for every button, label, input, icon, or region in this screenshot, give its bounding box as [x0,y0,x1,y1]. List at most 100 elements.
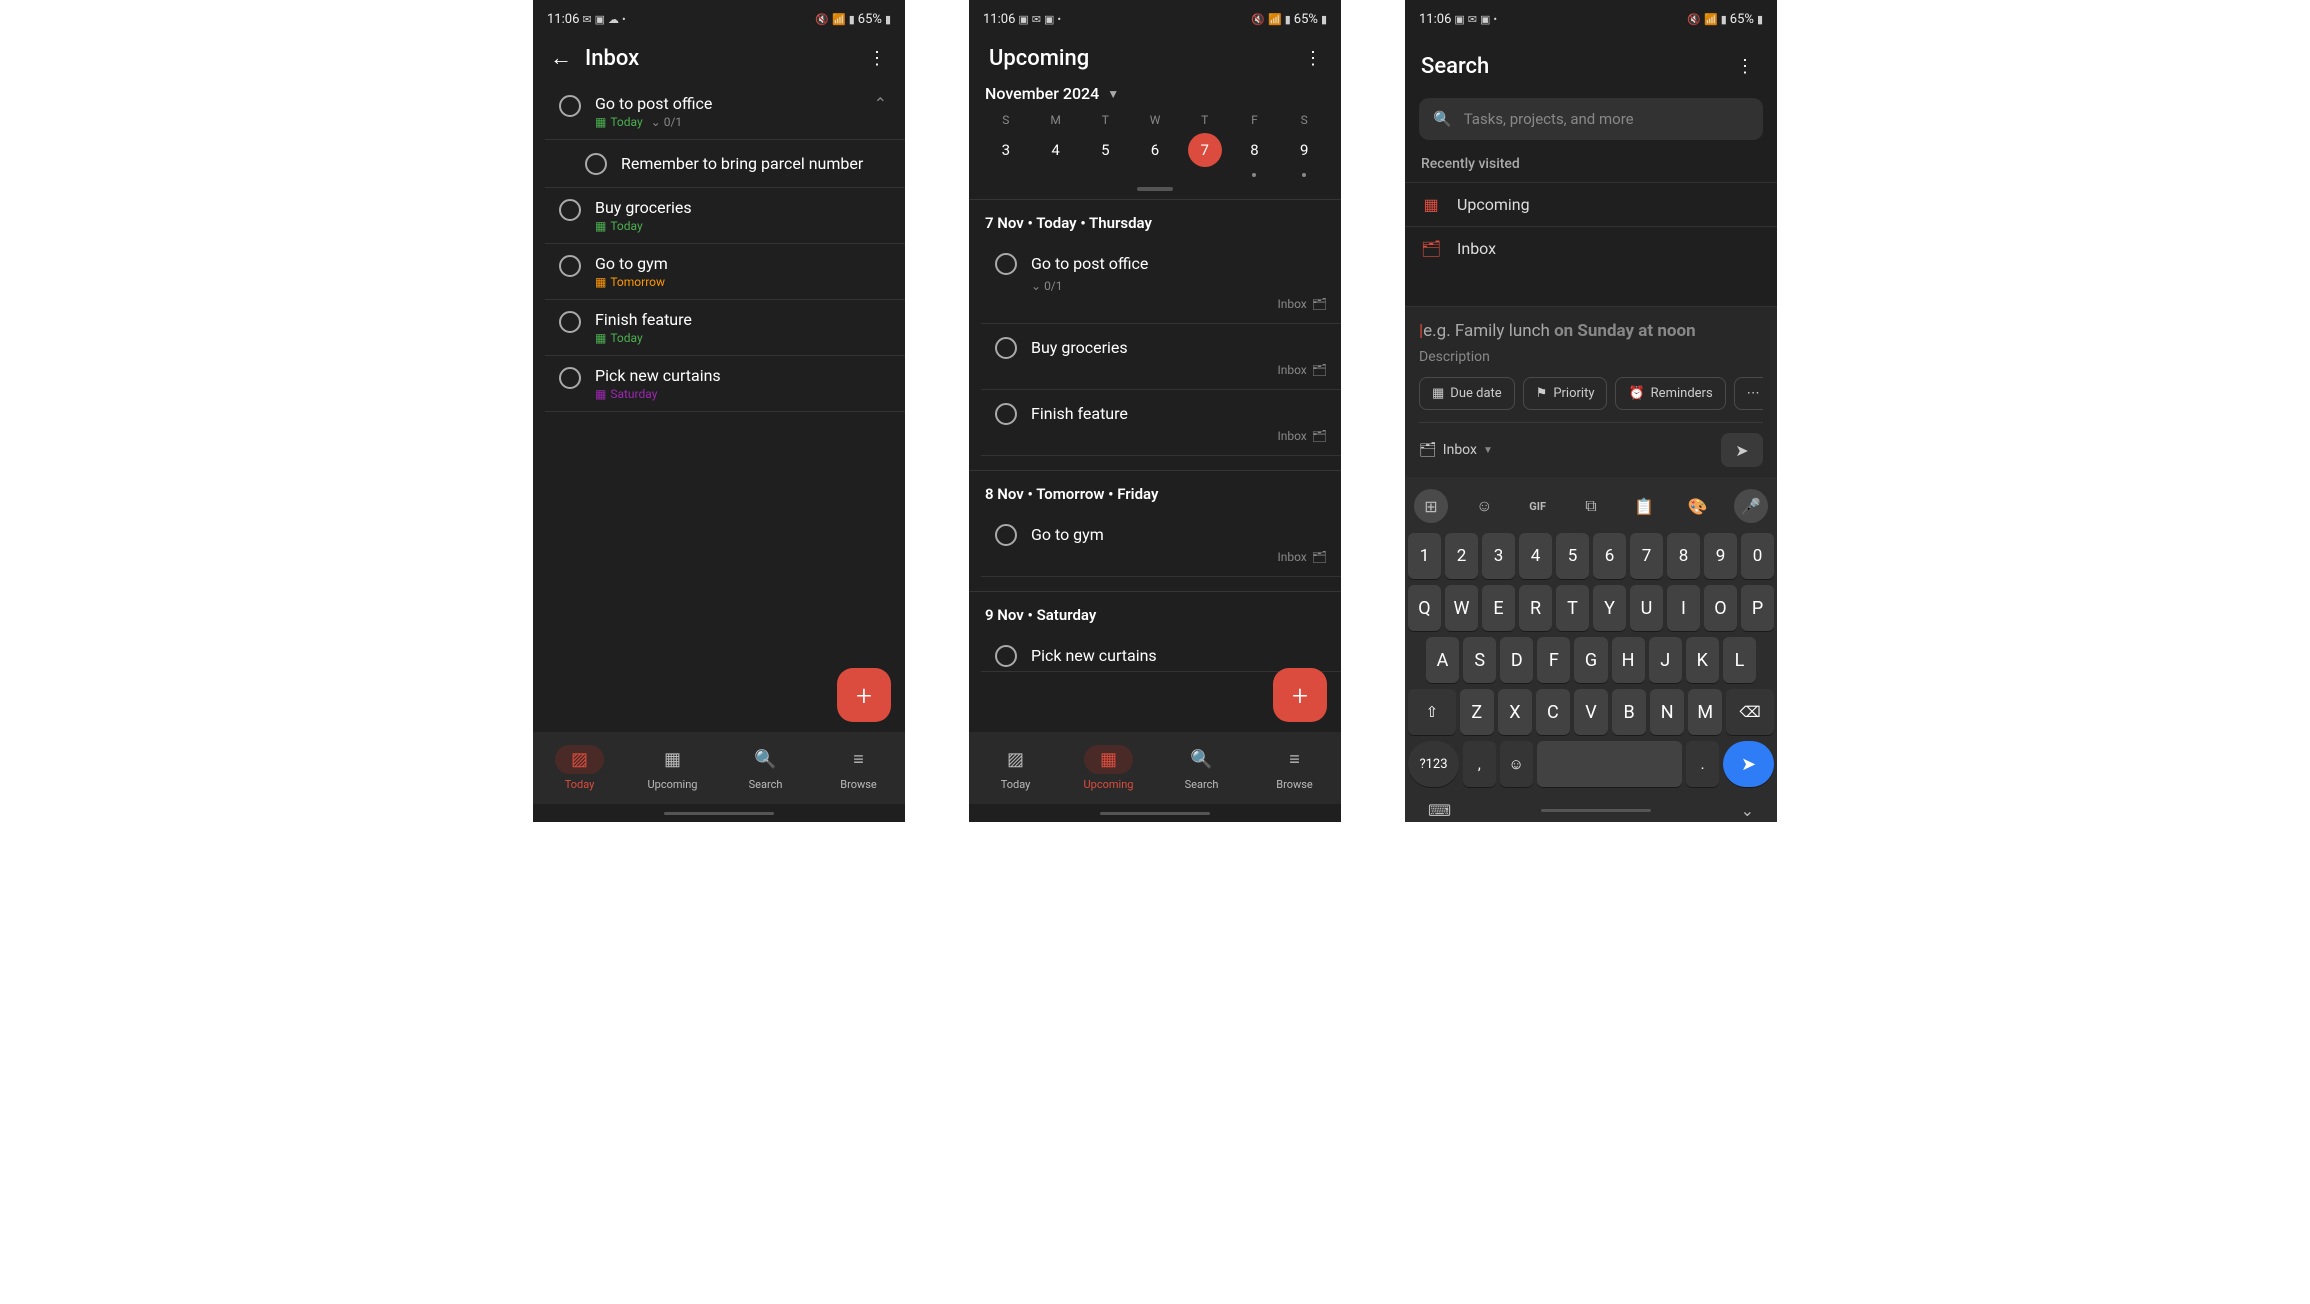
key-p[interactable]: P [1741,585,1774,631]
cal-day[interactable]: S3 [981,113,1031,177]
key-a[interactable]: A [1426,637,1459,683]
project-selector[interactable]: 🗂 Inbox ▼ [1419,442,1493,458]
key-comma[interactable]: , [1463,741,1496,787]
key-k[interactable]: K [1686,637,1719,683]
key-7[interactable]: 7 [1630,533,1663,579]
kb-mic-button[interactable]: 🎤 [1734,489,1768,523]
kb-theme-button[interactable]: 🎨 [1681,489,1715,523]
key-i[interactable]: I [1667,585,1700,631]
nav-today[interactable]: ▨Today [533,745,626,791]
key-j[interactable]: J [1649,637,1682,683]
kb-gif-button[interactable]: GIF [1521,489,1555,523]
subtask-checkbox[interactable] [585,153,607,175]
task-row[interactable]: Pick new curtains [981,632,1341,672]
key-t[interactable]: T [1556,585,1589,631]
ime-switch-button[interactable]: ⌨ [1428,801,1451,820]
task-list[interactable]: Go to post office ⌃ ▦ Today ⌄0/1 Remembe… [533,84,905,732]
cal-day[interactable]: F8 [1230,113,1280,177]
key-x[interactable]: X [1498,689,1532,735]
subtask-row[interactable]: Remember to bring parcel number [545,140,905,188]
kb-sticker-button[interactable]: ☺ [1467,489,1501,523]
task-description-input[interactable]: Description [1419,349,1763,365]
key-r[interactable]: R [1519,585,1552,631]
priority-chip[interactable]: ⚑Priority [1523,377,1608,410]
search-input[interactable]: 🔍 Tasks, projects, and more [1419,98,1763,140]
recent-inbox[interactable]: 🗂 Inbox [1405,226,1777,270]
key-4[interactable]: 4 [1519,533,1552,579]
key-z[interactable]: Z [1460,689,1494,735]
nav-upcoming[interactable]: ▦Upcoming [1062,745,1155,791]
key-9[interactable]: 9 [1704,533,1737,579]
key-1[interactable]: 1 [1408,533,1441,579]
gesture-handle[interactable] [1541,809,1651,812]
cal-day[interactable]: S9 [1279,113,1329,177]
add-task-fab[interactable]: + [1273,668,1327,722]
reminders-chip[interactable]: ⏰Reminders [1615,377,1725,410]
key-y[interactable]: Y [1593,585,1626,631]
task-row[interactable]: Buy groceries Inbox🗂 [981,324,1341,390]
key-u[interactable]: U [1630,585,1663,631]
key-enter[interactable]: ➤ [1723,741,1774,787]
key-g[interactable]: G [1574,637,1607,683]
upcoming-list[interactable]: 7 Nov • Today • Thursday Go to post offi… [969,199,1341,732]
cal-day[interactable]: T7 [1180,113,1230,177]
key-b[interactable]: B [1612,689,1646,735]
key-n[interactable]: N [1650,689,1684,735]
calendar-expand-handle[interactable] [969,183,1341,199]
task-name-input[interactable]: |e.g. Family lunch on Sunday at noon [1419,321,1763,341]
task-row[interactable]: Pick new curtains ▦ Saturday [545,356,905,412]
due-date-chip[interactable]: ▦Due date [1419,377,1515,410]
key-8[interactable]: 8 [1667,533,1700,579]
key-d[interactable]: D [1500,637,1533,683]
nav-browse[interactable]: ≡Browse [812,745,905,791]
key-5[interactable]: 5 [1556,533,1589,579]
key-o[interactable]: O [1704,585,1737,631]
key-w[interactable]: W [1445,585,1478,631]
task-row[interactable]: Go to post office ⌄0/1 Inbox🗂 [981,240,1341,324]
key-symbols[interactable]: ?123 [1408,741,1459,787]
cal-day[interactable]: W6 [1130,113,1180,177]
task-checkbox[interactable] [559,311,581,333]
nav-search[interactable]: 🔍Search [719,745,812,791]
submit-task-button[interactable]: ➤ [1721,433,1763,467]
kb-scan-button[interactable]: ⧉ [1574,489,1608,523]
task-row[interactable]: Finish feature Inbox🗂 [981,390,1341,456]
task-checkbox[interactable] [995,403,1017,425]
key-f[interactable]: F [1537,637,1570,683]
gesture-handle[interactable] [533,804,905,822]
key-l[interactable]: L [1723,637,1756,683]
key-e[interactable]: E [1482,585,1515,631]
add-task-fab[interactable]: + [837,668,891,722]
task-checkbox[interactable] [995,337,1017,359]
cal-day[interactable]: M4 [1031,113,1081,177]
key-c[interactable]: C [1536,689,1570,735]
task-checkbox[interactable] [995,253,1017,275]
back-button[interactable]: ← [541,38,581,78]
key-q[interactable]: Q [1408,585,1441,631]
key-period[interactable]: . [1686,741,1719,787]
key-backspace[interactable]: ⌫ [1726,689,1774,735]
key-space[interactable] [1537,741,1683,787]
more-chip[interactable]: ⋯ [1734,377,1763,410]
recent-upcoming[interactable]: ▦ Upcoming [1405,182,1777,226]
nav-upcoming[interactable]: ▦Upcoming [626,745,719,791]
month-selector[interactable]: November 2024 ▼ [969,84,1341,113]
kb-clipboard-button[interactable]: 📋 [1627,489,1661,523]
cal-day[interactable]: T5 [1080,113,1130,177]
task-row[interactable]: Finish feature ▦ Today [545,300,905,356]
gesture-handle[interactable] [969,804,1341,822]
key-6[interactable]: 6 [1593,533,1626,579]
collapse-toggle[interactable]: ⌃ [868,94,893,113]
key-2[interactable]: 2 [1445,533,1478,579]
key-3[interactable]: 3 [1482,533,1515,579]
task-checkbox[interactable] [995,524,1017,546]
task-checkbox[interactable] [559,95,581,117]
task-checkbox[interactable] [559,255,581,277]
key-v[interactable]: V [1574,689,1608,735]
task-row[interactable]: Buy groceries ▦ Today [545,188,905,244]
nav-browse[interactable]: ≡Browse [1248,745,1341,791]
key-h[interactable]: H [1612,637,1645,683]
nav-search[interactable]: 🔍Search [1155,745,1248,791]
overflow-menu-button[interactable]: ⋮ [1293,38,1333,78]
task-row[interactable]: Go to gym ▦ Tomorrow [545,244,905,300]
